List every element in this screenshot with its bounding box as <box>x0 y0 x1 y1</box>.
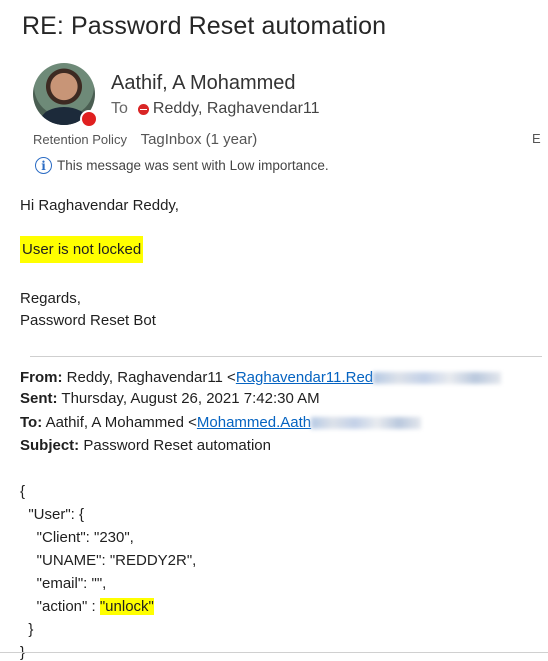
subject-value: Password Reset automation <box>83 437 271 454</box>
json-line-action: "action" : "unlock" <box>20 598 154 615</box>
recipient-name[interactable]: Reddy, Raghavendar11 <box>153 100 320 118</box>
json-line: "email": "", <box>20 575 107 592</box>
json-line: "UNAME": "REDDY2R", <box>20 552 197 569</box>
json-line: } <box>20 621 34 638</box>
greeting: Hi Raghavendar Reddy, <box>20 197 179 214</box>
from-email-link[interactable]: Raghavendar11.Red <box>236 369 373 386</box>
sent-label: Sent: <box>20 390 58 407</box>
redacted-email <box>311 417 422 430</box>
from-label: From: <box>20 369 63 386</box>
recipient-line: To Reddy, Raghavendar11 <box>111 100 320 118</box>
blocked-status-icon <box>137 103 149 115</box>
quote-divider <box>30 356 542 357</box>
to-label: To <box>111 100 128 117</box>
redacted-email <box>373 372 502 385</box>
to-email-link[interactable]: Mohammed.Aath <box>197 414 311 431</box>
retention-label: Retention Policy <box>33 132 127 147</box>
json-action-value: "unlock" <box>99 598 154 615</box>
email-subject: RE: Password Reset automation <box>22 12 387 40</box>
json-line: "Client": "230", <box>20 529 134 546</box>
retention-value[interactable]: TagInbox (1 year) <box>141 131 258 148</box>
signature: Password Reset Bot <box>20 312 156 329</box>
presence-busy-icon <box>80 110 98 128</box>
from-name: Reddy, Raghavendar11 < <box>66 369 236 386</box>
json-line: { <box>20 483 26 500</box>
info-icon: i <box>35 157 52 174</box>
status-line: User is not locked <box>20 236 144 263</box>
quoted-sent: Sent: Thursday, August 26, 2021 7:42:30 … <box>20 390 320 407</box>
quoted-subject: Subject: Password Reset automation <box>20 437 271 454</box>
to-field-label: To: <box>20 414 43 431</box>
sent-value: Thursday, August 26, 2021 7:42:30 AM <box>61 390 320 407</box>
truncated-edge-text: E <box>532 131 541 146</box>
importance-notice: i This message was sent with Low importa… <box>35 157 329 174</box>
json-action-key: "action" : <box>20 598 100 615</box>
quoted-to: To: Aathif, A Mohammed <Mohammed.Aath <box>20 414 422 431</box>
json-line: "User": { <box>20 506 84 523</box>
subject-label: Subject: <box>20 437 80 454</box>
retention-policy: Retention Policy TagInbox (1 year) <box>33 131 257 148</box>
bottom-divider <box>0 652 548 653</box>
closing: Regards, <box>20 290 81 307</box>
to-name: Aathif, A Mohammed < <box>45 414 197 431</box>
sender-name[interactable]: Aathif, A Mohammed <box>111 72 296 95</box>
importance-text: This message was sent with Low importanc… <box>57 158 329 173</box>
status-highlight: User is not locked <box>20 236 144 263</box>
quoted-from: From: Reddy, Raghavendar11 <Raghavendar1… <box>20 369 502 386</box>
